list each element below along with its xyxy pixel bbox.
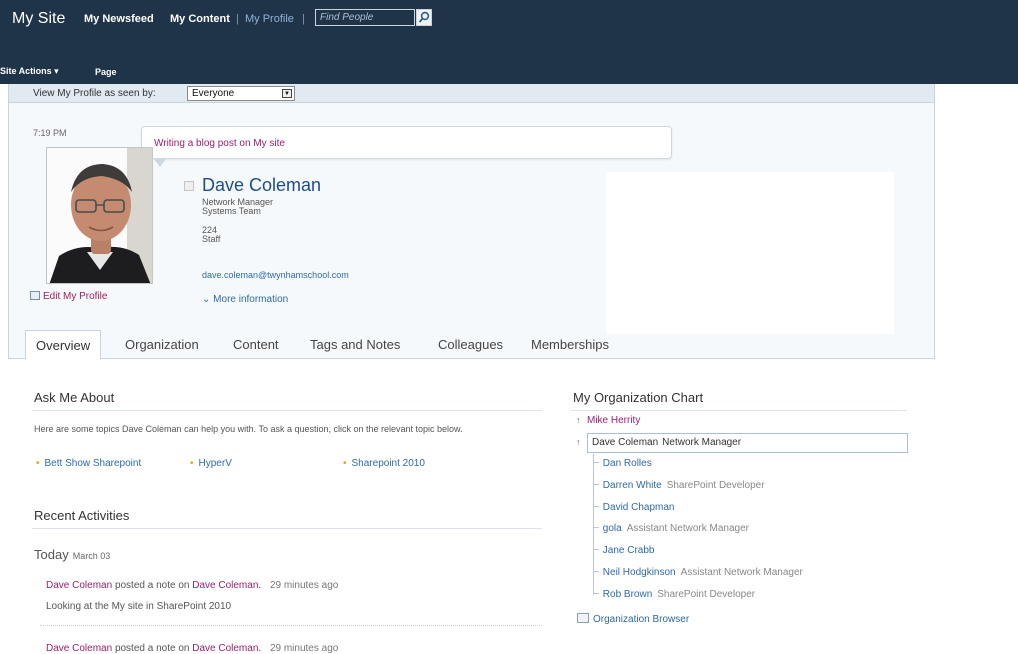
org-chart-heading: My Organization Chart xyxy=(573,390,704,405)
top-header: My Site My Newsfeed My Content | My Prof… xyxy=(0,0,1018,84)
tab-memberships[interactable]: Memberships xyxy=(531,337,609,352)
org-browser-icon xyxy=(577,613,589,623)
profile-panel: View My Profile as seen by: Everyone ▼ 7… xyxy=(8,84,935,360)
activity-verb: posted a note on xyxy=(114,643,190,654)
more-information-label: More information xyxy=(213,294,289,305)
status-message: Writing a blog post on My site xyxy=(154,138,285,149)
edit-my-profile-link[interactable]: Edit My Profile xyxy=(30,291,107,302)
org-report-name-link[interactable]: David Chapman xyxy=(603,502,675,513)
org-self-entry[interactable]: Dave Coleman Network Manager xyxy=(587,433,908,453)
activity-separator xyxy=(40,625,542,626)
today-label: Today xyxy=(34,547,69,562)
topic-link[interactable]: Sharepoint 2010 xyxy=(343,458,425,469)
nav-separator: | xyxy=(236,13,239,25)
status-message-bubble[interactable]: Writing a blog post on My site xyxy=(141,126,672,167)
org-report-item: gola Assistant Network Manager xyxy=(593,523,749,534)
org-report-title: Assistant Network Manager xyxy=(626,523,749,534)
arrow-up-icon: ↑ xyxy=(576,415,581,425)
activity-item: Dave Coleman posted a note on Dave Colem… xyxy=(46,580,338,591)
activity-note-text: Looking at the My site in SharePoint 201… xyxy=(46,601,232,612)
org-report-name-link[interactable]: Jane Crabb xyxy=(603,545,655,556)
tab-content[interactable]: Content xyxy=(233,337,279,352)
org-report-name-link[interactable]: Neil Hodgkinson xyxy=(603,567,676,578)
activity-item: Dave Coleman posted a note on Dave Colem… xyxy=(46,643,338,654)
site-title[interactable]: My Site xyxy=(12,10,65,28)
org-report-item: Rob Brown SharePoint Developer xyxy=(593,589,755,600)
presence-status-icon xyxy=(184,181,194,191)
search-icon xyxy=(418,11,430,23)
section-divider xyxy=(32,410,542,411)
org-report-name-link[interactable]: Dan Rolles xyxy=(603,458,652,469)
tab-overview[interactable]: Overview xyxy=(25,330,102,360)
activity-day-heading: Today March 03 xyxy=(34,547,110,562)
section-divider xyxy=(32,528,542,529)
chevron-down-icon: ⌄ xyxy=(202,294,211,305)
profile-name: Dave Coleman xyxy=(202,175,322,195)
activity-target-link[interactable]: Dave Coleman. xyxy=(192,580,261,591)
find-people-input[interactable]: Find People xyxy=(315,9,415,26)
org-report-name-link[interactable]: Darren White xyxy=(603,480,662,491)
nav-my-content[interactable]: My Content xyxy=(170,13,230,25)
org-self-title: Network Manager xyxy=(662,437,742,448)
organization-browser-label: Organization Browser xyxy=(593,614,690,625)
ask-me-about-description: Here are some topics Dave Coleman can he… xyxy=(34,424,463,434)
org-report-name-link[interactable]: Rob Brown xyxy=(603,589,652,600)
org-report-item: Jane Crabb xyxy=(593,545,655,556)
edit-profile-icon xyxy=(30,291,40,300)
topic-link[interactable]: Bett Show Sharepoint xyxy=(36,458,142,469)
org-self-name: Dave Coleman xyxy=(592,437,659,448)
org-report-item: Darren White SharePoint Developer xyxy=(593,480,765,491)
view-as-dropdown[interactable]: Everyone ▼ xyxy=(187,86,295,101)
section-divider xyxy=(571,410,907,411)
tab-tags-and-notes[interactable]: Tags and Notes xyxy=(310,337,400,352)
profile-photo xyxy=(46,147,153,284)
profile-office: Staff xyxy=(202,234,221,244)
activity-time-ago: 29 minutes ago xyxy=(269,580,339,591)
profile-blank-area xyxy=(606,172,894,334)
bubble-tail xyxy=(154,159,166,167)
nav-separator: | xyxy=(302,13,305,25)
search-button[interactable] xyxy=(416,9,432,26)
activity-verb: posted a note on xyxy=(114,580,190,591)
activity-actor-link[interactable]: Dave Coleman xyxy=(46,643,112,654)
activity-target-link[interactable]: Dave Coleman. xyxy=(192,643,261,654)
org-report-title: Assistant Network Manager xyxy=(680,567,803,578)
arrow-up-icon: ↑ xyxy=(576,437,581,447)
nav-my-profile[interactable]: My Profile xyxy=(245,13,294,25)
view-as-label: View My Profile as seen by: xyxy=(33,88,156,99)
more-information-toggle[interactable]: ⌄ More information xyxy=(202,294,288,305)
edit-profile-label: Edit My Profile xyxy=(43,291,108,302)
org-report-item: Neil Hodgkinson Assistant Network Manager xyxy=(593,567,803,578)
ask-me-about-heading: Ask Me About xyxy=(34,390,115,405)
org-report-title: SharePoint Developer xyxy=(657,589,756,600)
activity-actor-link[interactable]: Dave Coleman xyxy=(46,580,112,591)
page-ribbon-tab[interactable]: Page xyxy=(95,67,117,77)
view-as-value: Everyone xyxy=(192,88,235,99)
dropdown-arrow-icon: ▼ xyxy=(282,89,292,98)
org-manager-link[interactable]: Mike Herrity xyxy=(587,415,640,426)
nav-my-newsfeed[interactable]: My Newsfeed xyxy=(84,13,154,25)
status-time: 7:19 PM xyxy=(33,128,67,138)
view-as-bar: View My Profile as seen by: Everyone ▼ xyxy=(9,84,934,103)
activity-time-ago: 29 minutes ago xyxy=(269,643,339,654)
person-photo-icon xyxy=(47,148,152,283)
tab-organization[interactable]: Organization xyxy=(125,337,199,352)
profile-department: Systems Team xyxy=(202,206,261,216)
org-report-title: SharePoint Developer xyxy=(666,480,765,491)
profile-email-link[interactable]: dave.coleman@twynhamschool.com xyxy=(202,270,349,280)
org-report-name-link[interactable]: gola xyxy=(603,523,622,534)
topic-link[interactable]: HyperV xyxy=(190,458,232,469)
org-report-item: Dan Rolles xyxy=(593,458,652,469)
org-report-item: David Chapman xyxy=(593,502,675,513)
organization-browser-link[interactable]: Organization Browser xyxy=(577,613,689,625)
recent-activities-heading: Recent Activities xyxy=(34,508,130,523)
activity-date: March 03 xyxy=(72,551,111,561)
tab-colleagues[interactable]: Colleagues xyxy=(438,337,503,352)
site-actions-menu[interactable]: Site Actions ▾ xyxy=(0,66,59,77)
